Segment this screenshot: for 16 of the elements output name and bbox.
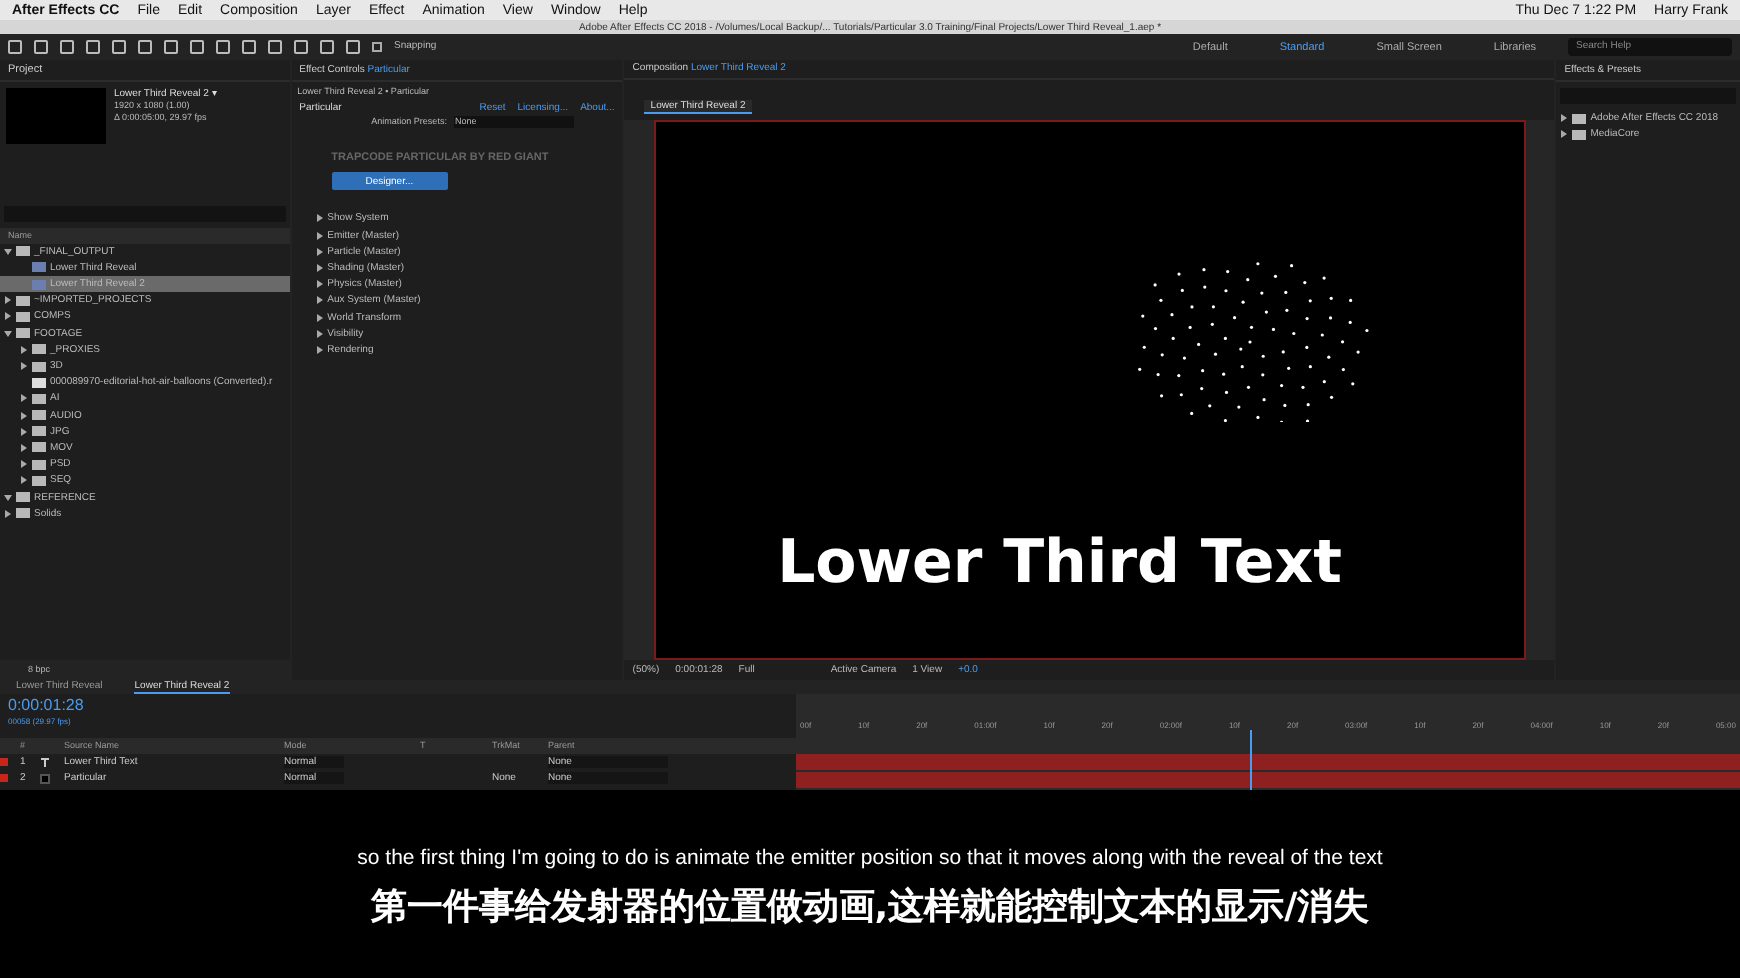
snapping-checkbox[interactable] <box>372 42 382 52</box>
solid-layer-icon <box>40 773 50 783</box>
thumbnail-placeholder <box>6 88 106 144</box>
expanded-triangle-icon[interactable] <box>4 247 12 256</box>
overlay-text: Lower Third Text <box>777 527 1342 598</box>
file-icon <box>32 377 46 388</box>
subtitle-english: so the first thing I'm going to do is animate the emitter position so that it moves along with the reveal of the text <box>357 846 1383 873</box>
text-layer-icon <box>40 757 50 767</box>
expanded-triangle-icon[interactable] <box>4 329 12 338</box>
label-swatch[interactable] <box>0 758 8 766</box>
collapsed-triangle-icon[interactable] <box>4 509 12 518</box>
current-time[interactable]: 0:00:01:28 <box>8 696 788 716</box>
label-swatch[interactable] <box>0 774 8 782</box>
subtitle-chinese: 第一件事给发射器的位置做动画,这样就能控制文本的显示/消失 <box>370 885 1370 930</box>
folder-icon <box>16 246 30 257</box>
expanded-triangle-icon[interactable] <box>4 493 12 502</box>
